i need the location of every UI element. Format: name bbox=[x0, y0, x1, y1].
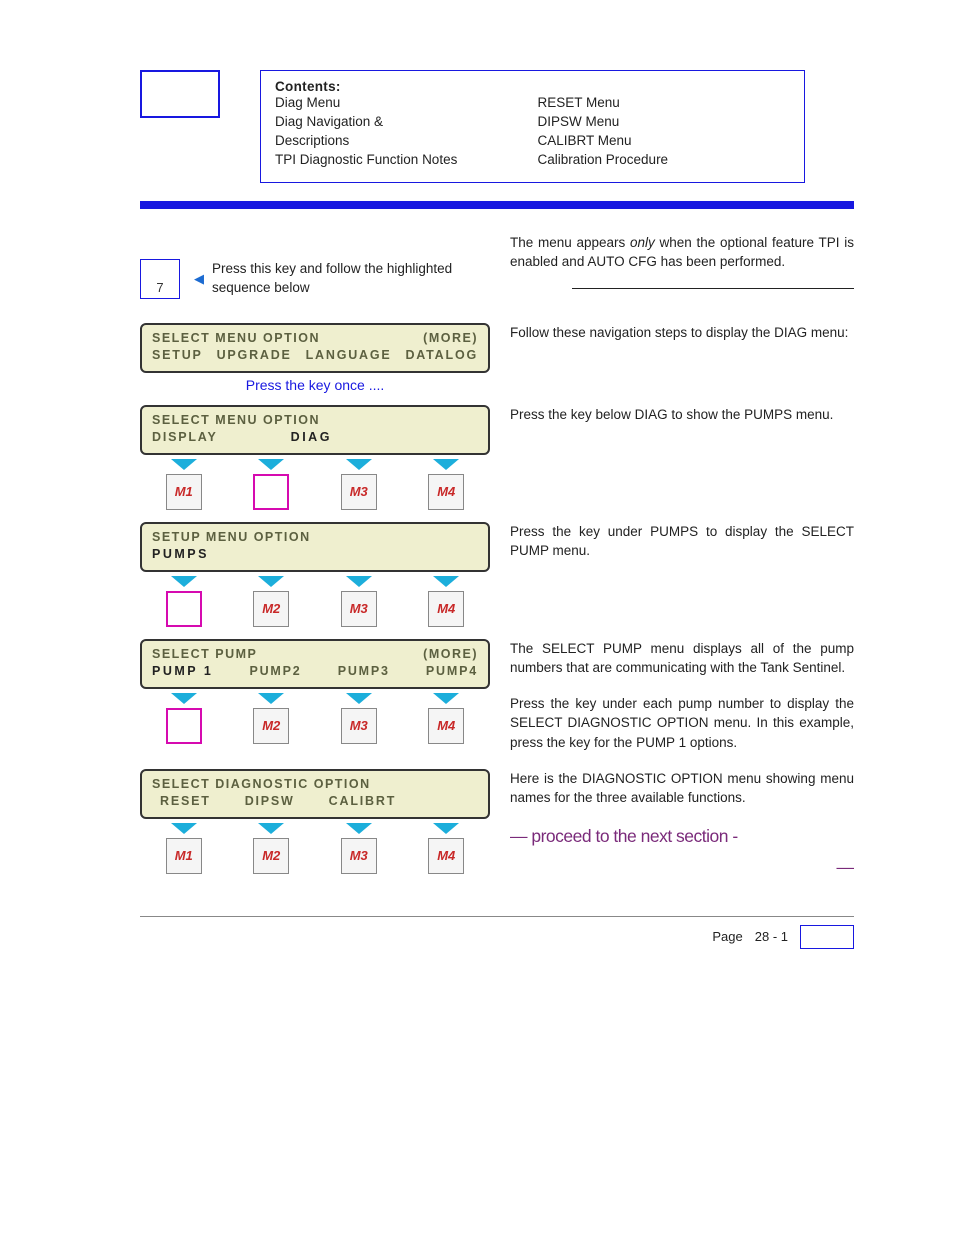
lcd-opt-active: PUMPS bbox=[152, 546, 209, 564]
contents-item: DIPSW Menu bbox=[538, 113, 791, 132]
down-triangle-icon bbox=[346, 459, 372, 470]
down-triangle-icon bbox=[258, 459, 284, 470]
intro-paragraph: The menu appears only when the optional … bbox=[510, 233, 854, 272]
down-triangle-icon bbox=[258, 693, 284, 704]
contents-item: Diag Menu bbox=[275, 94, 528, 113]
contents-item: Diag Navigation & bbox=[275, 113, 528, 132]
down-triangle-icon bbox=[346, 693, 372, 704]
down-triangle-icon bbox=[433, 576, 459, 587]
p6: Here is the DIAGNOSTIC OPTION menu showi… bbox=[510, 769, 854, 808]
m2-key-active bbox=[253, 474, 289, 510]
down-triangle-icon bbox=[258, 576, 284, 587]
m3-key: M3 bbox=[341, 838, 377, 874]
nav-paragraph: Follow these navigation steps to display… bbox=[510, 323, 854, 343]
footer-rule bbox=[140, 916, 854, 917]
lcd-opt-active: PUMP 1 bbox=[152, 663, 213, 681]
mkey-row: M2 M3 M4 bbox=[140, 591, 490, 627]
lcd-menu-3: SETUP MENU OPTION PUMPS bbox=[140, 522, 490, 572]
lcd-opt: PUMP2 bbox=[249, 663, 301, 681]
header-box bbox=[140, 70, 220, 118]
lcd-menu-5: SELECT DIAGNOSTIC OPTION RESET DIPSW CAL… bbox=[140, 769, 490, 819]
m3-key: M3 bbox=[341, 474, 377, 510]
down-triangle-icon bbox=[433, 693, 459, 704]
down-triangle-icon bbox=[171, 459, 197, 470]
contents-item: Calibration Procedure bbox=[538, 151, 791, 170]
down-triangle-icon bbox=[258, 823, 284, 834]
lcd-opt: UPGRADE bbox=[217, 347, 292, 365]
lcd-more: (MORE) bbox=[423, 330, 478, 348]
underline-rule bbox=[572, 288, 854, 289]
m4-key: M4 bbox=[428, 838, 464, 874]
m1-key: M1 bbox=[166, 474, 202, 510]
m2-key: M2 bbox=[253, 838, 289, 874]
m1-key-active bbox=[166, 708, 202, 744]
p5: Press the key under each pump number to … bbox=[510, 694, 854, 753]
triangle-row bbox=[140, 823, 490, 834]
key-7-instruction: Press this key and follow the highlighte… bbox=[212, 260, 490, 298]
contents-item: RESET Menu bbox=[538, 94, 791, 113]
contents-item: Descriptions bbox=[275, 132, 528, 151]
press-down-line: Press the key once .... bbox=[140, 377, 490, 393]
m1-key: M1 bbox=[166, 838, 202, 874]
down-triangle-icon bbox=[171, 823, 197, 834]
key-7-box: 7 bbox=[140, 259, 180, 299]
m2-key: M2 bbox=[253, 708, 289, 744]
lcd-opt: PUMP4 bbox=[426, 663, 478, 681]
lcd-opt: DIPSW bbox=[245, 793, 295, 811]
lcd-title: SELECT MENU OPTION bbox=[152, 330, 320, 348]
mkey-row: M2 M3 M4 bbox=[140, 708, 490, 744]
m3-key: M3 bbox=[341, 591, 377, 627]
lcd-opt: CALIBRT bbox=[329, 793, 396, 811]
key-7-num: 7 bbox=[156, 280, 163, 295]
lcd-title: SELECT PUMP bbox=[152, 646, 257, 664]
m1-key-active bbox=[166, 591, 202, 627]
lcd-title: SELECT MENU OPTION bbox=[152, 412, 320, 430]
arrow-left-icon: ◀ bbox=[194, 271, 204, 287]
down-triangle-icon bbox=[346, 576, 372, 587]
lcd-opt: PUMP3 bbox=[338, 663, 390, 681]
down-triangle-icon bbox=[171, 693, 197, 704]
lcd-title: SELECT DIAGNOSTIC OPTION bbox=[152, 776, 371, 794]
triangle-row bbox=[140, 693, 490, 704]
m4-key: M4 bbox=[428, 708, 464, 744]
proceed-dash: — bbox=[510, 855, 854, 880]
down-triangle-icon bbox=[433, 459, 459, 470]
p3: Press the key under PUMPS to display the… bbox=[510, 522, 854, 561]
lcd-opt-active: DIAG bbox=[291, 429, 332, 447]
lcd-more: (MORE) bbox=[423, 646, 478, 664]
contents-heading: Contents: bbox=[275, 79, 790, 94]
footer-box bbox=[800, 925, 854, 949]
p4: The SELECT PUMP menu displays all of the… bbox=[510, 639, 854, 678]
contents-box: Contents: Diag Menu Diag Navigation & De… bbox=[260, 70, 805, 183]
m3-key: M3 bbox=[341, 708, 377, 744]
proceed-line: — proceed to the next section - bbox=[510, 824, 854, 849]
section-divider bbox=[140, 201, 854, 209]
lcd-menu-1: SELECT MENU OPTION (MORE) SETUP UPGRADE … bbox=[140, 323, 490, 373]
triangle-row bbox=[140, 459, 490, 470]
triangle-row bbox=[140, 576, 490, 587]
lcd-opt: DISPLAY bbox=[152, 429, 218, 447]
page-label: Page bbox=[712, 929, 742, 944]
m2-key: M2 bbox=[253, 591, 289, 627]
down-triangle-icon bbox=[346, 823, 372, 834]
m4-key: M4 bbox=[428, 591, 464, 627]
lcd-opt: RESET bbox=[160, 793, 211, 811]
lcd-opt: LANGUAGE bbox=[306, 347, 392, 365]
page-number: 28 - 1 bbox=[755, 929, 788, 944]
mkey-row: M1 M2 M3 M4 bbox=[140, 838, 490, 874]
down-triangle-icon bbox=[433, 823, 459, 834]
p2: Press the key below DIAG to show the PUM… bbox=[510, 405, 854, 425]
mkey-row: M1 M3 M4 bbox=[140, 474, 490, 510]
m4-key: M4 bbox=[428, 474, 464, 510]
contents-item: TPI Diagnostic Function Notes bbox=[275, 151, 528, 170]
lcd-menu-4: SELECT PUMP (MORE) PUMP 1 PUMP2 PUMP3 PU… bbox=[140, 639, 490, 689]
lcd-opt: DATALOG bbox=[405, 347, 478, 365]
lcd-title: SETUP MENU OPTION bbox=[152, 529, 311, 547]
down-triangle-icon bbox=[171, 576, 197, 587]
lcd-opt: SETUP bbox=[152, 347, 203, 365]
contents-item: CALIBRT Menu bbox=[538, 132, 791, 151]
lcd-menu-2: SELECT MENU OPTION DISPLAY DIAG bbox=[140, 405, 490, 455]
footer: Page 28 - 1 bbox=[140, 925, 854, 949]
